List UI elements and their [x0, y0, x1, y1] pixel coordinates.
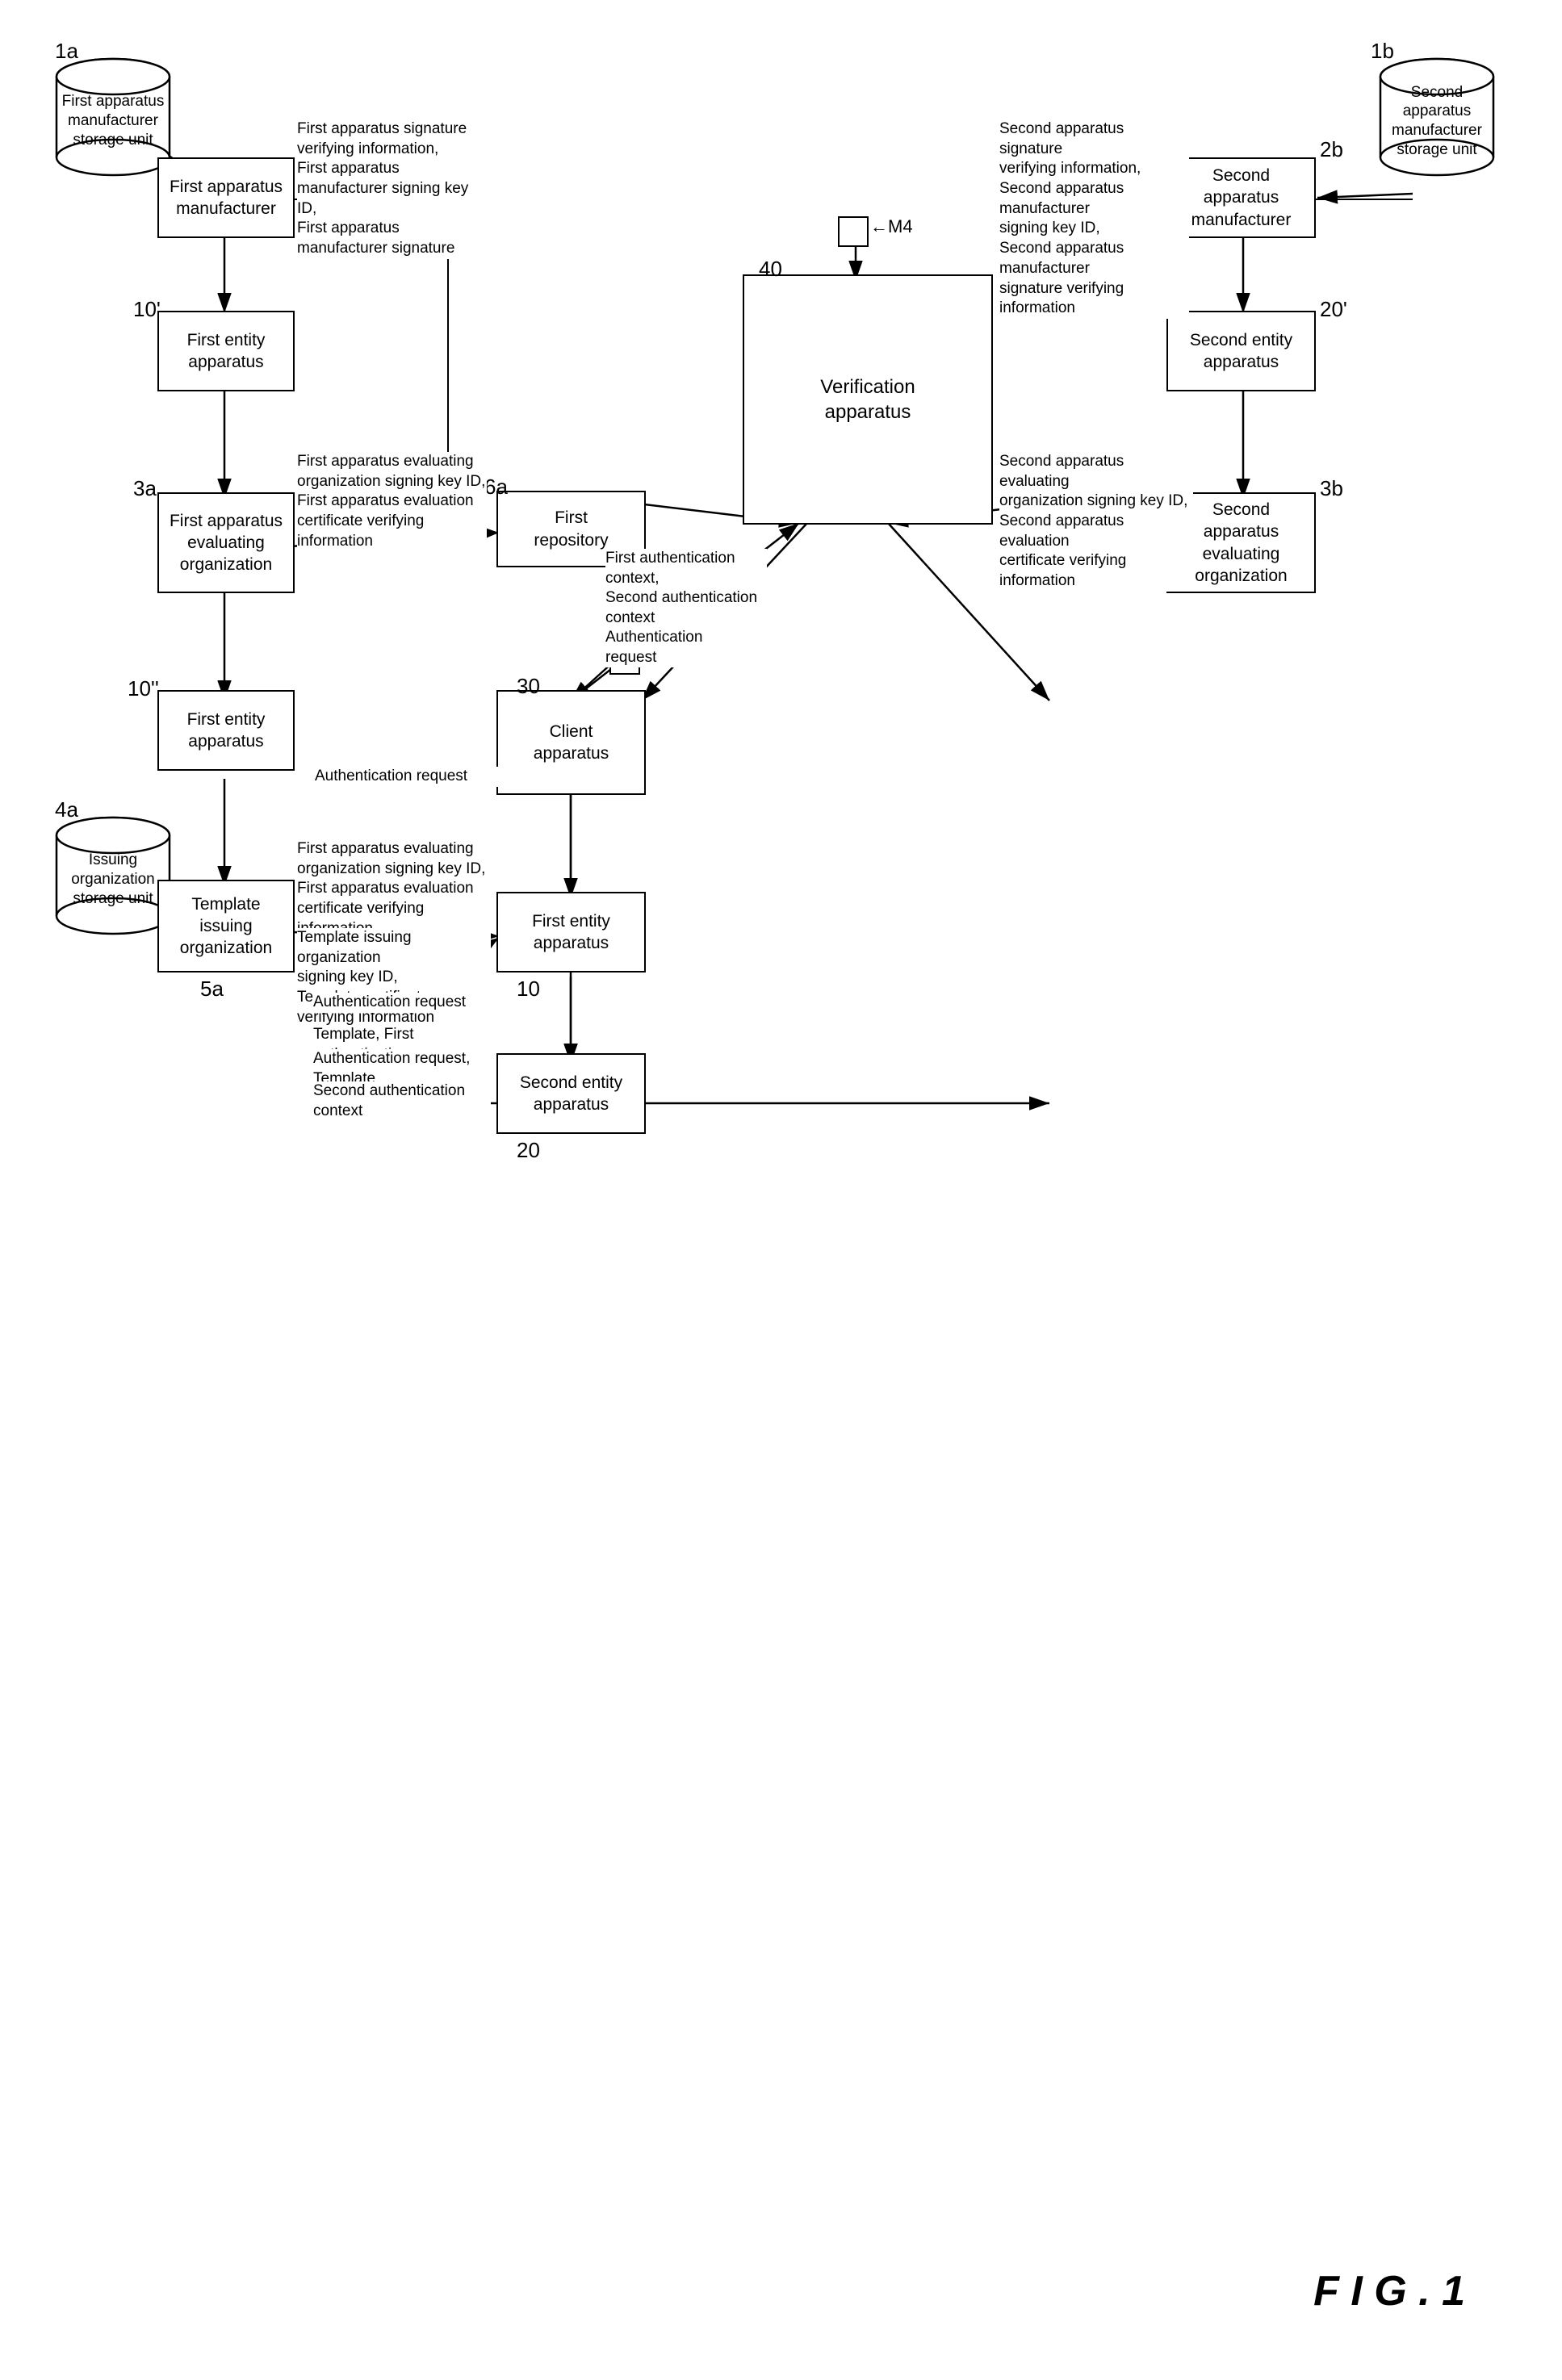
label-auth-request-left: Authentication request [313, 993, 491, 1013]
second-entity-apparatus-top: Second entityapparatus [1166, 311, 1316, 391]
label-2b-to-verify: Second apparatus signatureverifying info… [999, 119, 1189, 319]
second-apparatus-manufacturer-storage: Second apparatusmanufacturerstorage unit [1372, 52, 1501, 182]
fig-label: F I G . 1 [1313, 2267, 1465, 2315]
ref-10-prime: 10' [133, 297, 161, 322]
verification-apparatus: Verificationapparatus [743, 274, 993, 525]
media-M4 [838, 216, 869, 247]
client-apparatus: Clientapparatus [496, 690, 646, 795]
ref-1a: 1a [55, 39, 78, 64]
label-auth-req-client: Authentication request [605, 628, 747, 667]
ref-30: 30 [517, 674, 540, 699]
ref-5a: 5a [200, 977, 224, 1002]
ref-20-prime: 20' [1320, 297, 1347, 322]
ref-10: 10 [517, 977, 540, 1002]
ref-40: 40 [759, 257, 782, 282]
ref-3a: 3a [133, 476, 157, 501]
label-2a-to-verify: First apparatus signature verifying info… [297, 119, 483, 259]
first-entity-apparatus-main: First entityapparatus [496, 892, 646, 972]
label-second-auth-context: Second authentication context [313, 1081, 491, 1121]
label-client-to-verify: First authentication context,Second auth… [605, 549, 767, 629]
diagram: First apparatusmanufacturerstorage unit … [0, 0, 1562, 2380]
template-issuing-org: Templateissuingorganization [157, 880, 295, 972]
second-entity-apparatus-main: Second entityapparatus [496, 1053, 646, 1134]
ref-10-dblprime: 10'' [128, 676, 159, 701]
label-3b-to-repo: Second apparatus evaluatingorganization … [999, 452, 1193, 592]
label-3a-to-repo: First apparatus evaluatingorganization s… [297, 452, 487, 551]
ref-2b: 2b [1320, 137, 1343, 162]
ref-3b: 3b [1320, 476, 1343, 501]
label-5a-to-entity: First apparatus evaluatingorganization s… [297, 839, 487, 939]
ref-6a: 6a [484, 475, 508, 500]
ref-20: 20 [517, 1138, 540, 1163]
first-entity-apparatus-top: First entityapparatus [157, 311, 295, 391]
ref-M4: ←M4 [870, 216, 913, 237]
first-apparatus-evaluating-org: First apparatusevaluatingorganization [157, 492, 295, 593]
ref-1b: 1b [1371, 39, 1394, 64]
label-template-auth: Template issuing organizationsigning key… [297, 928, 491, 1027]
first-entity-apparatus-bottom: First entityapparatus [157, 690, 295, 771]
ref-4a: 4a [55, 797, 78, 822]
label-client-down: Authentication request [315, 767, 500, 787]
first-apparatus-manufacturer-box: First apparatusmanufacturer [157, 157, 295, 238]
